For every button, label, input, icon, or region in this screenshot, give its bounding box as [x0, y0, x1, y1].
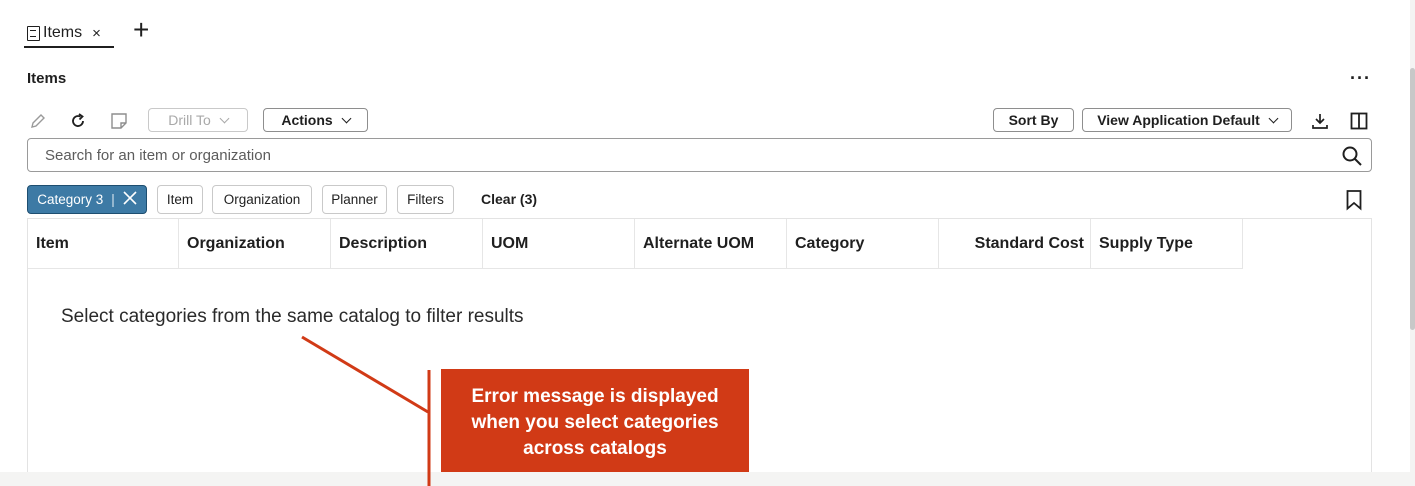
callout-line-3: across catalogs: [523, 437, 667, 459]
error-callout-box: Error message is displayed when you sele…: [441, 369, 749, 472]
callout-line-1: Error message is displayed: [471, 385, 719, 407]
callout-line-2: when you select categories: [471, 411, 719, 433]
